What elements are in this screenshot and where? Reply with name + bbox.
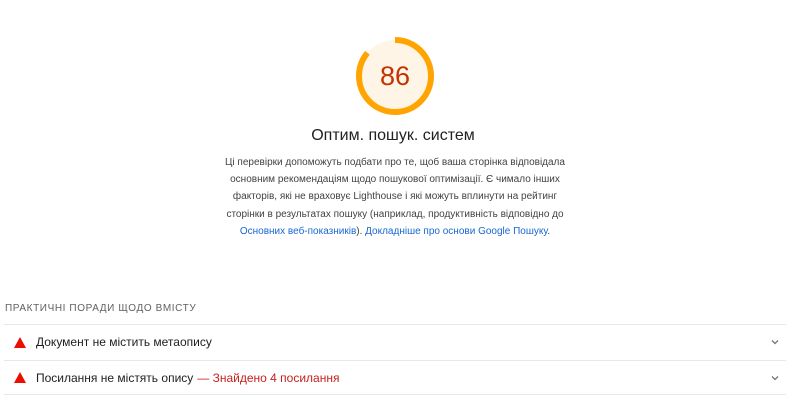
core-web-vitals-link[interactable]: Основних веб-показників [240,226,356,237]
audit-meta-description[interactable]: Документ не містить метаопису [4,324,786,359]
fail-triangle-icon [14,372,26,383]
chevron-down-icon[interactable] [770,337,780,347]
chevron-down-icon[interactable] [770,373,780,383]
audit-display-value: — Знайдено 4 посилання [197,370,340,385]
audit-link-text[interactable]: Посилання не містять опису — Знайдено 4 … [4,360,786,395]
group-title: ПРАКТИЧНІ ПОРАДИ ЩОДО ВМІСТУ [5,303,197,314]
description-separator: ). [356,225,366,237]
score-gauge: 86 [353,34,437,118]
learn-more-link[interactable]: Докладніше про основи Google Пошуку [365,226,547,237]
description-end: . [547,225,551,237]
fail-triangle-icon [14,336,26,348]
score-value: 86 [379,61,411,91]
audit-title: Посилання не містять опису [36,370,194,385]
category-title: Оптим. пошук. систем [311,127,475,144]
description-text: Ці перевірки допоможуть подбати про те, … [225,157,565,220]
audit-title: Документ не містить метаопису [36,335,212,349]
category-description: Ці перевірки допоможуть подбати про те, … [225,154,565,240]
